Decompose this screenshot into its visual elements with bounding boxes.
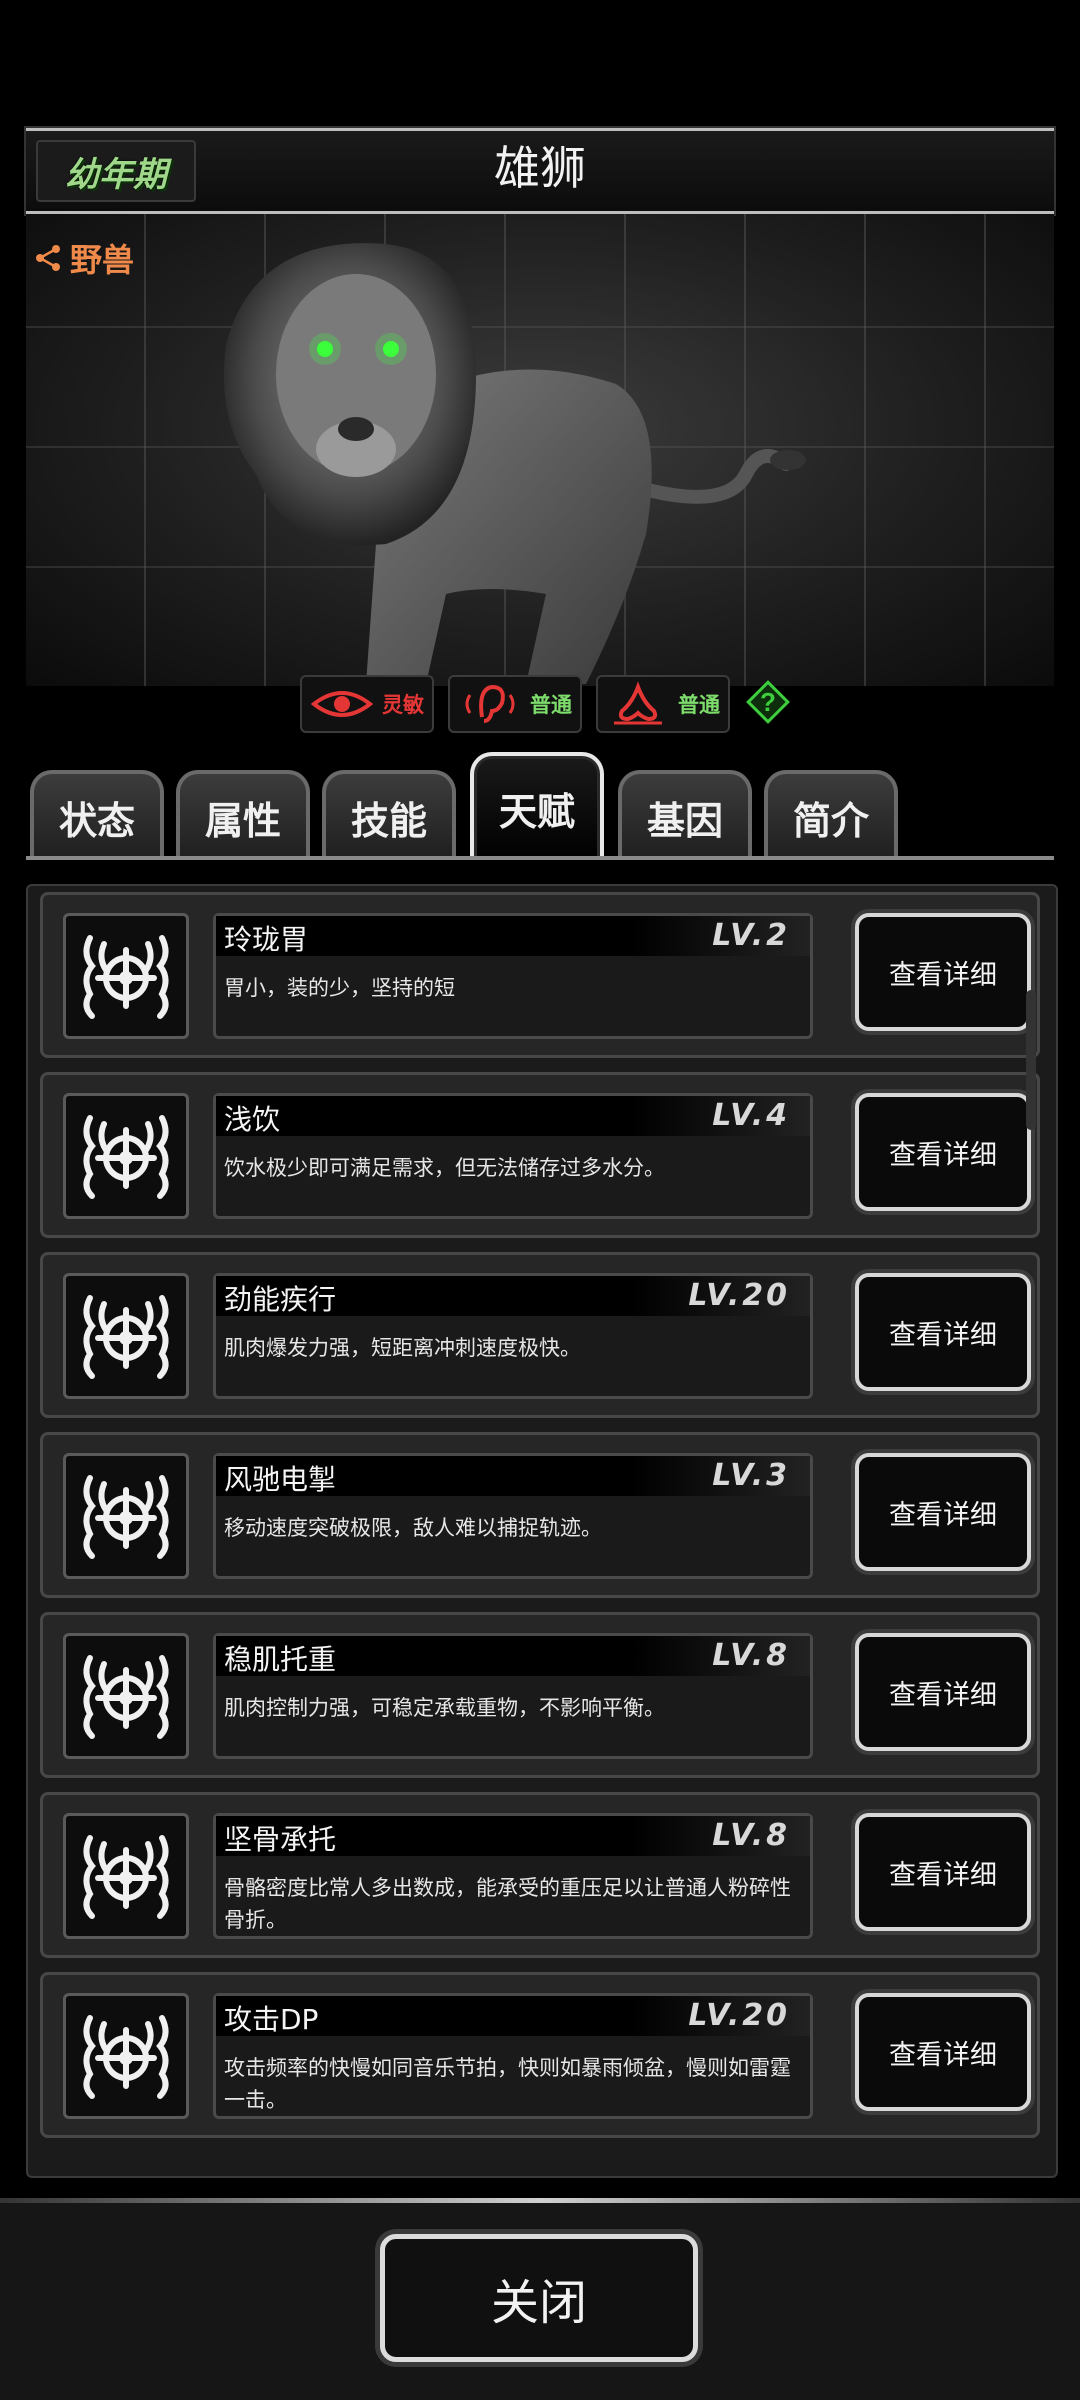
talent-description: 胃小，装的少，坚持的短 [224, 976, 455, 1000]
talent-description: 攻击频率的快慢如同音乐节拍，快则如暴雨倾盆，慢则如雷霆一击。 [224, 2056, 791, 2112]
talent-emblem-icon [83, 2015, 169, 2099]
view-details-button[interactable]: 查看详细 [855, 1993, 1031, 2111]
tab-attributes[interactable]: 属性 [176, 770, 310, 860]
talent-level: LV.3 [712, 1458, 790, 1493]
talent-description: 肌肉控制力强，可稳定承载重物，不影响平衡。 [224, 1696, 665, 1720]
nose-icon [614, 681, 662, 725]
talent-description: 饮水极少即可满足需求，但无法储存过多水分。 [224, 1156, 665, 1180]
smell-sense[interactable]: 普通 [596, 675, 730, 733]
view-details-button[interactable]: 查看详细 [855, 1813, 1031, 1931]
help-button[interactable]: ? [744, 675, 792, 729]
talent-info: 玲珑胃 LV.2 胃小，装的少，坚持的短 [213, 913, 813, 1039]
tab-intro[interactable]: 简介 [764, 770, 898, 860]
talent-icon [63, 1633, 189, 1759]
talent-card: 稳肌托重 LV.8 肌肉控制力强，可稳定承载重物，不影响平衡。 查看详细 [40, 1612, 1040, 1778]
talent-info: 坚骨承托 LV.8 骨骼密度比常人多出数成，能承受的重压足以让普通人粉碎性骨折。 [213, 1813, 813, 1939]
talent-card: 风驰电掣 LV.3 移动速度突破极限，敌人难以捕捉轨迹。 查看详细 [40, 1432, 1040, 1598]
talent-card: 劲能疾行 LV.20 肌肉爆发力强，短距离冲刺速度极快。 查看详细 [40, 1252, 1040, 1418]
talent-name: 玲珑胃 [224, 923, 309, 956]
talent-emblem-icon [83, 1835, 169, 1919]
tab-talents[interactable]: 天赋 [470, 752, 604, 860]
talent-name: 风驰电掣 [224, 1463, 337, 1496]
view-details-button[interactable]: 查看详细 [855, 1633, 1031, 1751]
talent-description: 移动速度突破极限，敌人难以捕捉轨迹。 [224, 1516, 602, 1540]
talent-info: 劲能疾行 LV.20 肌肉爆发力强，短距离冲刺速度极快。 [213, 1273, 813, 1399]
lion-illustration [224, 243, 806, 684]
talent-description: 肌肉爆发力强，短距离冲刺速度极快。 [224, 1336, 581, 1360]
talent-card: 攻击DP LV.20 攻击频率的快慢如同音乐节拍，快则如暴雨倾盆，慢则如雷霆一击… [40, 1972, 1040, 2138]
tab-status[interactable]: 状态 [30, 770, 164, 860]
creature-portrait [26, 214, 1054, 686]
tab-skills[interactable]: 技能 [322, 770, 456, 860]
view-details-button[interactable]: 查看详细 [855, 1453, 1031, 1571]
growth-stage-badge: 幼年期 [36, 140, 196, 202]
tab-underline [26, 856, 1054, 860]
sight-value: 灵敏 [382, 693, 424, 717]
talent-name: 浅饮 [224, 1103, 281, 1136]
talent-name: 稳肌托重 [224, 1643, 337, 1676]
view-details-button[interactable]: 查看详细 [855, 1093, 1031, 1211]
view-details-button[interactable]: 查看详细 [855, 1273, 1031, 1391]
talent-name: 坚骨承托 [224, 1823, 337, 1856]
eye-icon [310, 691, 374, 717]
hearing-value: 普通 [530, 693, 572, 717]
sight-sense[interactable]: 灵敏 [300, 675, 434, 733]
talent-info: 稳肌托重 LV.8 肌肉控制力强，可稳定承载重物，不影响平衡。 [213, 1633, 813, 1759]
talent-level: LV.8 [712, 1638, 790, 1673]
talent-list[interactable]: 玲珑胃 LV.2 胃小，装的少，坚持的短 查看详细 浅饮 LV.4 饮水极少即可… [26, 884, 1058, 2178]
talent-description: 骨骼密度比常人多出数成，能承受的重压足以让普通人粉碎性骨折。 [224, 1876, 791, 1932]
hearing-sense[interactable]: 普通 [448, 675, 582, 733]
talent-icon [63, 1453, 189, 1579]
talent-level: LV.2 [712, 918, 790, 953]
talent-level: LV.8 [712, 1818, 790, 1853]
talent-icon [63, 1093, 189, 1219]
talent-emblem-icon [83, 935, 169, 1019]
talent-info: 攻击DP LV.20 攻击频率的快慢如同音乐节拍，快则如暴雨倾盆，慢则如雷霆一击… [213, 1993, 813, 2119]
share-icon [36, 245, 60, 271]
talent-icon [63, 1993, 189, 2119]
senses-row: 灵敏 普通 普通 ? [300, 675, 792, 733]
talent-icon [63, 913, 189, 1039]
list-scrollbar[interactable] [1026, 990, 1036, 1130]
page-title: 雄狮 [494, 141, 586, 195]
talent-name: 攻击DP [224, 2003, 319, 2036]
talent-emblem-icon [83, 1295, 169, 1379]
talent-level: LV.4 [712, 1098, 790, 1133]
tab-bar: 状态 属性 技能 天赋 基因 简介 [30, 752, 1070, 860]
svg-text:?: ? [760, 687, 776, 717]
talent-emblem-icon [83, 1475, 169, 1559]
talent-emblem-icon [83, 1115, 169, 1199]
close-button[interactable]: 关闭 [380, 2234, 698, 2362]
talent-info: 风驰电掣 LV.3 移动速度突破极限，敌人难以捕捉轨迹。 [213, 1453, 813, 1579]
talent-icon [63, 1273, 189, 1399]
talent-emblem-icon [83, 1655, 169, 1739]
talent-level: LV.20 [688, 1278, 790, 1313]
talent-info: 浅饮 LV.4 饮水极少即可满足需求，但无法储存过多水分。 [213, 1093, 813, 1219]
category-tag[interactable]: 野兽 [34, 236, 134, 280]
category-label: 野兽 [70, 241, 135, 279]
talent-card: 浅饮 LV.4 饮水极少即可满足需求，但无法储存过多水分。 查看详细 [40, 1072, 1040, 1238]
tab-genes[interactable]: 基因 [618, 770, 752, 860]
ear-icon [465, 684, 515, 723]
talent-name: 劲能疾行 [224, 1283, 337, 1316]
talent-card: 坚骨承托 LV.8 骨骼密度比常人多出数成，能承受的重压足以让普通人粉碎性骨折。… [40, 1792, 1040, 1958]
talent-level: LV.20 [688, 1998, 790, 2033]
talent-icon [63, 1813, 189, 1939]
view-details-button[interactable]: 查看详细 [855, 913, 1031, 1031]
question-icon: ? [746, 680, 790, 724]
smell-value: 普通 [678, 693, 720, 717]
talent-card: 玲珑胃 LV.2 胃小，装的少，坚持的短 查看详细 [40, 892, 1040, 1058]
